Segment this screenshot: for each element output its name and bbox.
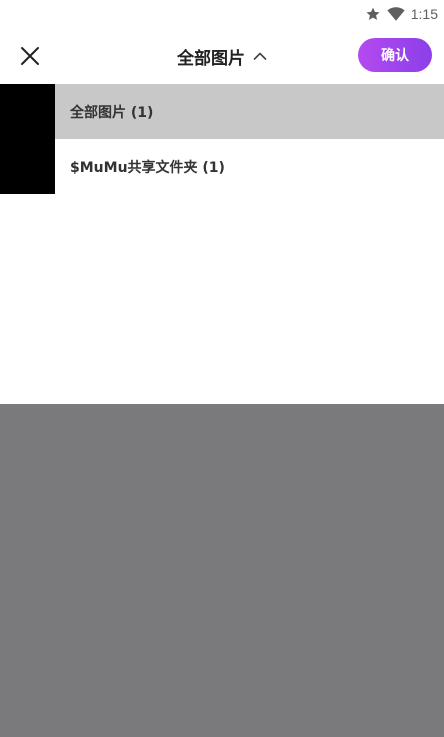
image-thumbnail[interactable] (0, 84, 55, 194)
star-icon (365, 6, 381, 22)
confirm-button[interactable]: 确认 (358, 38, 432, 72)
album-item-all[interactable]: 全部图片 (1) (55, 84, 444, 139)
close-icon (20, 46, 40, 66)
wifi-icon (387, 6, 405, 22)
album-dropdown: 全部图片 (1) $MuMu共享文件夹 (1) (55, 84, 444, 194)
album-title[interactable]: 全部图片 (177, 44, 245, 69)
status-bar: 1:15 (0, 0, 444, 28)
close-button[interactable] (16, 42, 44, 70)
album-picker-screen: 1:15 全部图片 确认 全部图片 (1) $MuMu共享文件夹 (1) (0, 0, 444, 737)
dim-overlay[interactable] (0, 404, 444, 737)
album-item-label: $MuMu共享文件夹 (1) (70, 159, 225, 176)
chevron-up-icon[interactable] (253, 51, 267, 61)
album-item-mumu-shared[interactable]: $MuMu共享文件夹 (1) (55, 139, 444, 194)
status-time: 1:15 (410, 6, 438, 22)
header-bar: 全部图片 确认 (0, 28, 444, 84)
album-item-label: 全部图片 (1) (70, 104, 154, 121)
